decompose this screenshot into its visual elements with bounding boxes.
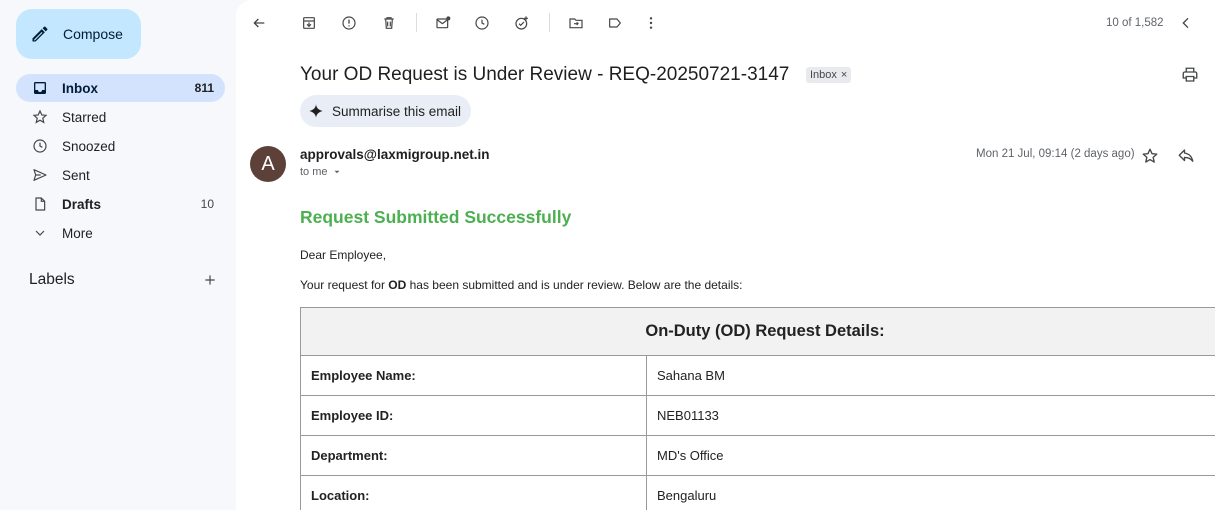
remove-label-icon[interactable]: × xyxy=(841,69,847,81)
message-toolbar: 10 of 1,582 xyxy=(236,0,1215,46)
row-key: Location: xyxy=(300,475,647,510)
table-row: Employee ID: NEB01133 xyxy=(300,395,1215,436)
para-suffix: has been submitted and is under review. … xyxy=(406,278,743,292)
email-date: Mon 21 Jul, 09:14 (2 days ago) xyxy=(976,148,1135,160)
sidebar-item-label: Starred xyxy=(62,109,107,125)
add-task-icon[interactable] xyxy=(513,14,531,32)
archive-icon[interactable] xyxy=(300,14,318,32)
caret-down-icon xyxy=(334,170,340,174)
message-view: 10 of 1,582 Your OD Request is Under Rev… xyxy=(236,0,1215,510)
pencil-icon xyxy=(32,26,48,42)
send-icon xyxy=(32,167,48,183)
sidebar-item-label: Sent xyxy=(62,167,90,183)
sidebar-nav: Inbox 811 Starred Snoozed Sent Drafts 10… xyxy=(16,74,225,248)
para-bold: OD xyxy=(388,278,407,292)
sidebar-item-label: More xyxy=(62,225,93,241)
row-value: Sahana BM xyxy=(646,355,1215,396)
sparkle-icon xyxy=(309,104,323,118)
sidebar-item-snoozed[interactable]: Snoozed xyxy=(16,132,225,160)
chevron-down-icon xyxy=(32,225,48,241)
para-prefix: Your request for xyxy=(300,278,389,292)
compose-label: Compose xyxy=(63,26,123,42)
sidebar-item-label: Inbox xyxy=(62,80,98,96)
print-icon[interactable] xyxy=(1181,66,1199,84)
recipient-text: to me xyxy=(300,166,328,178)
summarise-label: Summarise this email xyxy=(332,103,462,119)
recipient-toggle[interactable]: to me xyxy=(300,166,342,178)
sidebar-item-more[interactable]: More xyxy=(16,219,225,247)
reply-icon[interactable] xyxy=(1177,147,1195,165)
email-paragraph: Your request for OD has been submitted a… xyxy=(300,278,742,292)
file-icon xyxy=(32,196,48,212)
inbox-icon xyxy=(32,80,48,96)
email-subject: Your OD Request is Under Review - REQ-20… xyxy=(300,64,790,85)
gmail-app: Compose Inbox 811 Starred Snoozed Sent D… xyxy=(0,0,1215,510)
labels-heading: Labels xyxy=(29,271,75,288)
clock-icon xyxy=(32,138,48,154)
label-chip[interactable]: Inbox × xyxy=(806,67,852,83)
sender-email[interactable]: approvals@laxmigroup.net.in xyxy=(300,147,489,162)
row-key: Employee Name: xyxy=(300,355,647,396)
sidebar-item-inbox[interactable]: Inbox 811 xyxy=(16,74,225,102)
table-row: Employee Name: Sahana BM xyxy=(300,355,1215,396)
sidebar-item-sent[interactable]: Sent xyxy=(16,161,225,189)
delete-icon[interactable] xyxy=(380,14,398,32)
snooze-icon[interactable] xyxy=(473,14,491,32)
sidebar-item-label: Snoozed xyxy=(62,138,116,154)
sidebar: Compose Inbox 811 Starred Snoozed Sent D… xyxy=(0,0,236,510)
row-key: Employee ID: xyxy=(300,395,647,436)
pagination-text: 10 of 1,582 xyxy=(1106,17,1164,29)
unread-count: 811 xyxy=(194,81,214,95)
table-row: Location: Bengaluru xyxy=(300,475,1215,510)
report-spam-icon[interactable] xyxy=(340,14,358,32)
sidebar-item-drafts[interactable]: Drafts 10 xyxy=(16,190,225,218)
more-vert-icon[interactable] xyxy=(642,14,660,32)
label-chip-text: Inbox xyxy=(810,69,837,81)
star-icon[interactable] xyxy=(1141,147,1159,165)
row-value: NEB01133 xyxy=(646,395,1215,436)
table-header-row: On-Duty (OD) Request Details: xyxy=(300,307,1215,356)
row-value: Bengaluru xyxy=(646,475,1215,510)
request-details-table: On-Duty (OD) Request Details: Employee N… xyxy=(300,307,1215,510)
email-greeting: Dear Employee, xyxy=(300,248,387,262)
label-icon[interactable] xyxy=(606,14,624,32)
compose-button[interactable]: Compose xyxy=(16,9,141,59)
row-key: Department: xyxy=(300,435,647,476)
back-icon[interactable] xyxy=(250,14,268,32)
sidebar-item-label: Drafts xyxy=(62,196,102,212)
row-value: MD's Office xyxy=(646,435,1215,476)
sidebar-item-starred[interactable]: Starred xyxy=(16,103,225,131)
table-row: Department: MD's Office xyxy=(300,435,1215,476)
table-title: On-Duty (OD) Request Details: xyxy=(300,307,1215,356)
avatar[interactable]: A xyxy=(250,146,286,182)
move-to-icon[interactable] xyxy=(567,14,585,32)
summarise-button[interactable]: Summarise this email xyxy=(300,95,471,127)
drafts-count: 10 xyxy=(200,197,214,211)
add-label-icon[interactable] xyxy=(203,273,217,287)
labels-section: Labels xyxy=(29,270,217,290)
email-body-title: Request Submitted Successfully xyxy=(300,207,572,227)
star-icon xyxy=(32,109,48,125)
mark-unread-icon[interactable] xyxy=(434,14,452,32)
chevron-left-icon[interactable] xyxy=(1177,14,1195,32)
